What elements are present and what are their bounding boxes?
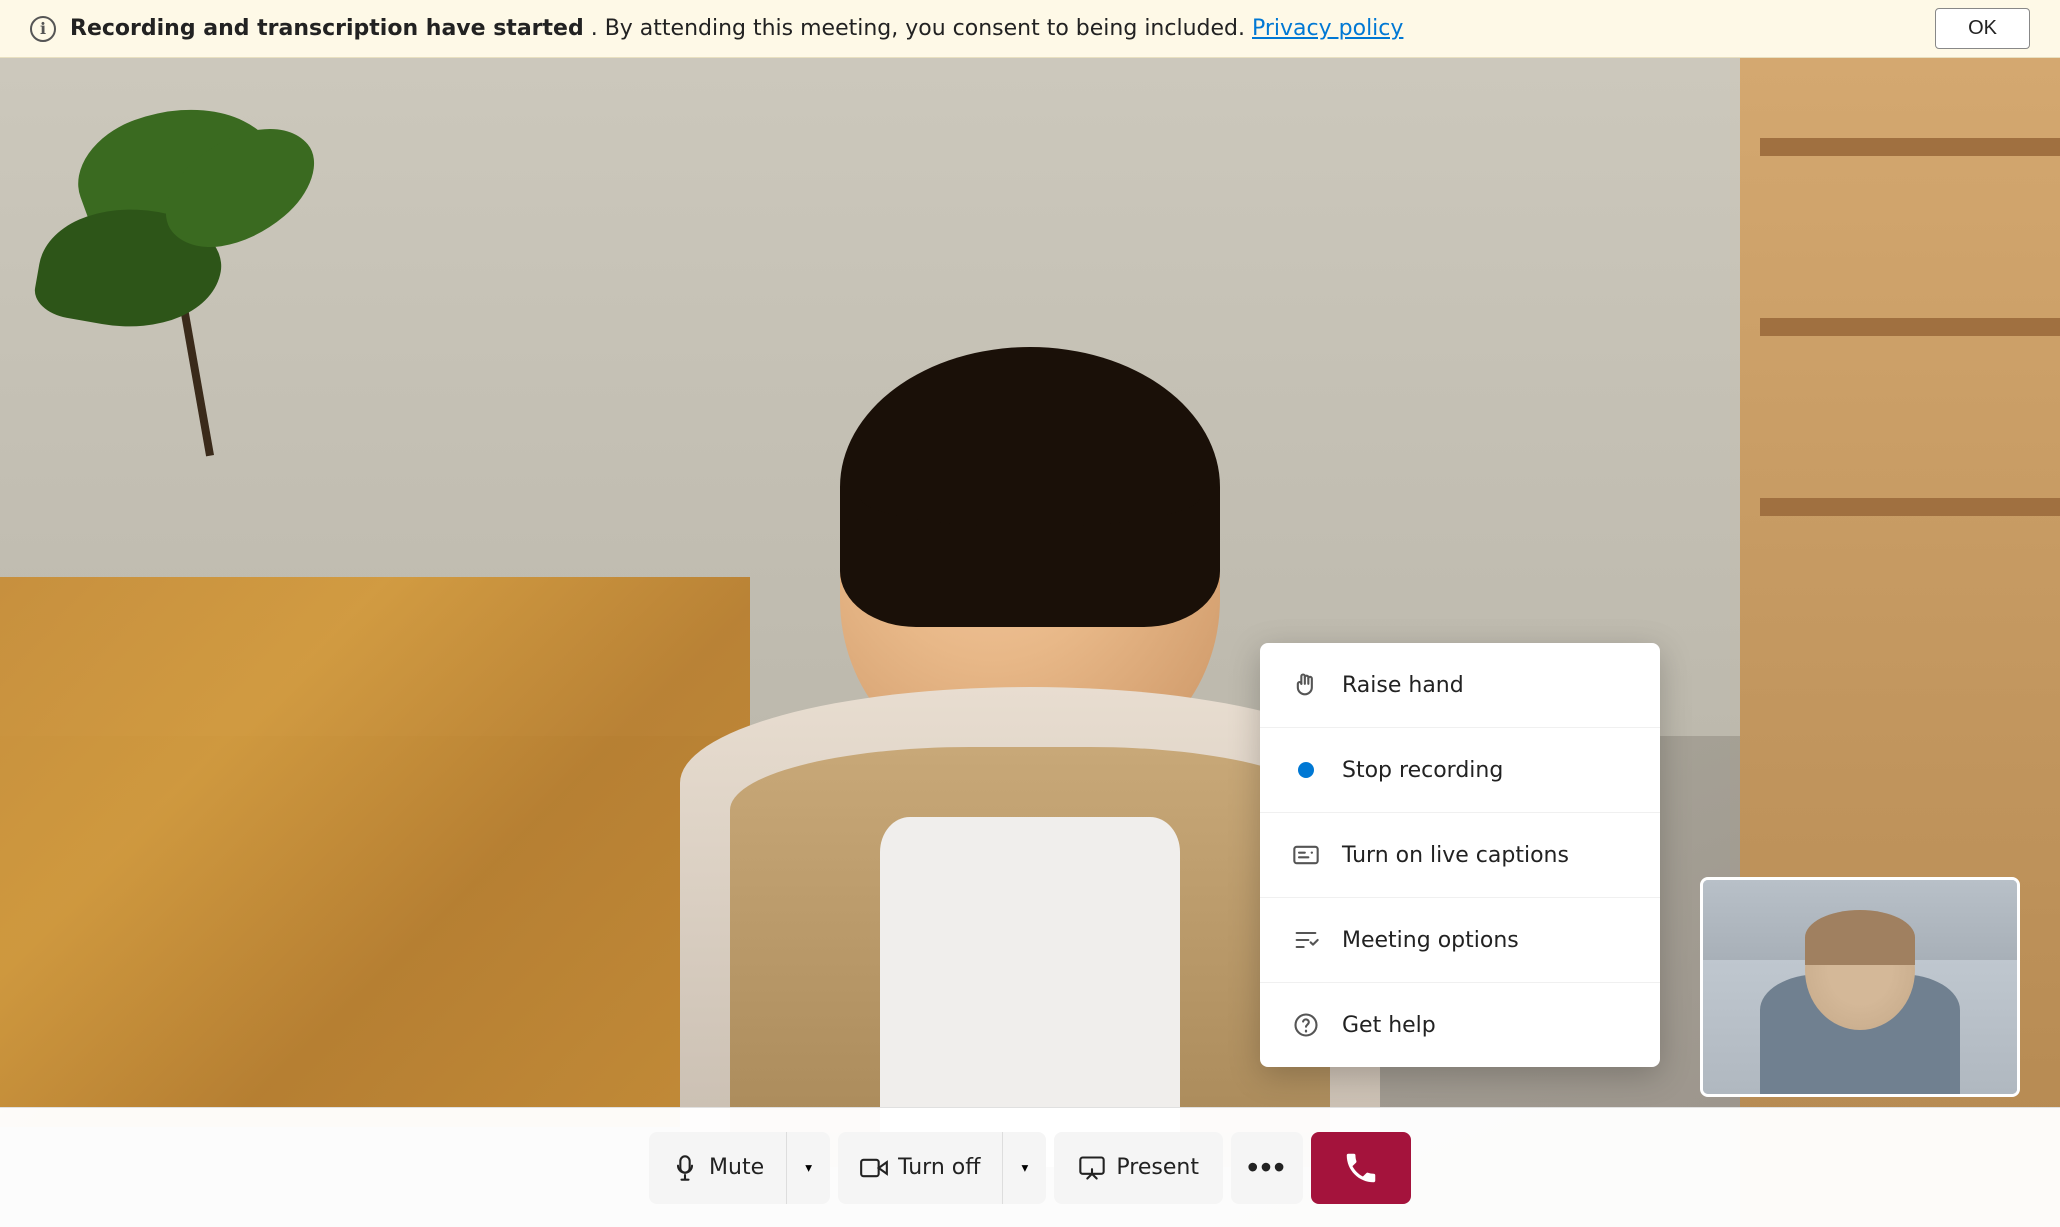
notification-text: Recording and transcription have started… xyxy=(70,16,1935,41)
notification-bar: ℹ Recording and transcription have start… xyxy=(0,0,2060,58)
shelf-3 xyxy=(1760,498,2060,516)
video-area: Raise hand Stop recording Turn on live c… xyxy=(0,58,2060,1227)
camera-chevron[interactable]: ▾ xyxy=(1002,1132,1046,1204)
menu-item-raise-hand[interactable]: Raise hand xyxy=(1260,643,1660,728)
speaker-vest xyxy=(730,747,1330,1167)
notification-normal-text: . By attending this meeting, you consent… xyxy=(591,16,1245,41)
menu-item-get-help[interactable]: Get help xyxy=(1260,983,1660,1067)
menu-item-stop-recording[interactable]: Stop recording xyxy=(1260,728,1660,813)
more-options-icon: ••• xyxy=(1247,1149,1287,1186)
menu-item-live-captions[interactable]: Turn on live captions xyxy=(1260,813,1660,898)
shelf-2 xyxy=(1760,318,2060,336)
camera-chevron-icon: ▾ xyxy=(1022,1160,1029,1176)
speaker-bangs xyxy=(860,467,1200,527)
mute-button[interactable]: Mute ▾ xyxy=(649,1132,830,1204)
menu-item-live-captions-label: Turn on live captions xyxy=(1342,843,1569,868)
thumbnail-person-hair xyxy=(1805,910,1915,965)
meeting-options-icon xyxy=(1290,924,1322,956)
more-options-button[interactable]: ••• xyxy=(1231,1132,1303,1204)
raise-hand-icon xyxy=(1290,669,1322,701)
menu-item-meeting-options[interactable]: Meeting options xyxy=(1260,898,1660,983)
camera-button[interactable]: Turn off ▾ xyxy=(838,1132,1046,1204)
privacy-policy-link[interactable]: Privacy policy xyxy=(1252,16,1403,41)
present-label: Present xyxy=(1116,1155,1199,1180)
plant-decoration xyxy=(0,58,380,558)
help-icon xyxy=(1290,1009,1322,1041)
info-icon: ℹ xyxy=(30,16,56,42)
mute-chevron[interactable]: ▾ xyxy=(786,1132,830,1204)
present-button[interactable]: Present xyxy=(1054,1132,1223,1204)
menu-item-get-help-label: Get help xyxy=(1342,1013,1436,1038)
mute-label: Mute xyxy=(709,1155,764,1180)
camera-label: Turn off xyxy=(898,1155,980,1180)
mute-main[interactable]: Mute xyxy=(649,1132,786,1204)
ok-button[interactable]: OK xyxy=(1935,8,2030,49)
end-call-button[interactable] xyxy=(1311,1132,1411,1204)
stop-recording-icon xyxy=(1290,754,1322,786)
shelf-1 xyxy=(1760,138,2060,156)
self-video-thumbnail xyxy=(1700,877,2020,1097)
thumbnail-person-head xyxy=(1805,910,1915,1030)
menu-item-raise-hand-label: Raise hand xyxy=(1342,673,1464,698)
context-menu: Raise hand Stop recording Turn on live c… xyxy=(1260,643,1660,1067)
camera-main[interactable]: Turn off xyxy=(838,1132,1002,1204)
meeting-toolbar: Mute ▾ Turn off ▾ Present ••• xyxy=(0,1107,2060,1227)
mute-chevron-icon: ▾ xyxy=(805,1160,812,1176)
menu-item-stop-recording-label: Stop recording xyxy=(1342,758,1503,783)
menu-item-meeting-options-label: Meeting options xyxy=(1342,928,1519,953)
notification-bold-text: Recording and transcription have started xyxy=(70,16,584,41)
captions-icon xyxy=(1290,839,1322,871)
